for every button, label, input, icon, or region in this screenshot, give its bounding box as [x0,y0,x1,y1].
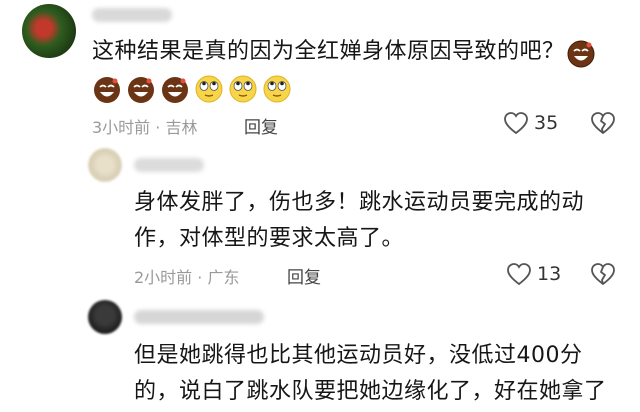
comment-location: 吉林 [165,118,198,137]
like-count: 13 [537,263,562,285]
comment-time: 3小时前 [92,118,151,137]
comment-text-line1: 但是她跳得也比其他运动员好，没低过400分 [134,343,583,368]
username-blurred[interactable] [92,8,172,22]
comment-text: 这种结果是真的因为全红婵身体原因导致的吧？ [92,39,565,64]
laughing-brown-face-icon [94,77,120,103]
comment-time: 2小时前 [134,268,193,287]
meta-separator: · [197,268,203,287]
laughing-brown-face-icon [128,77,154,103]
laughing-brown-face-icon [567,40,595,68]
comment-meta: 2小时前 · 广东 [134,264,239,288]
heart-outline-icon[interactable] [506,262,532,286]
emoji-row [92,74,292,106]
broken-heart-icon[interactable] [590,262,616,286]
avatar[interactable] [88,300,122,334]
rolling-eyes-face-icon [263,75,291,103]
heart-outline-icon[interactable] [503,111,529,135]
rolling-eyes-face-icon [229,75,257,103]
avatar[interactable] [88,148,122,182]
reply-button[interactable]: 回复 [244,113,278,138]
username-blurred[interactable] [134,310,264,324]
comment-text-line2: 作，对体型的要求太高了。 [134,226,405,251]
avatar[interactable] [22,4,76,58]
reply-button[interactable]: 回复 [287,263,321,288]
laughing-brown-face-icon [162,77,188,103]
comment-meta: 3小时前 · 吉林 [92,114,197,138]
username-blurred[interactable] [134,158,204,172]
comment-text-line1: 身体发胖了，伤也多！跳水运动员要完成的动 [134,190,585,215]
broken-heart-icon[interactable] [590,111,616,135]
comment-location: 广东 [207,268,240,287]
like-count: 35 [534,112,559,134]
comment-text-line2: 的，说白了跳水队要把她边缘化了，好在她拿了 [134,379,607,404]
rolling-eyes-face-icon [195,75,223,103]
meta-separator: · [155,118,161,137]
